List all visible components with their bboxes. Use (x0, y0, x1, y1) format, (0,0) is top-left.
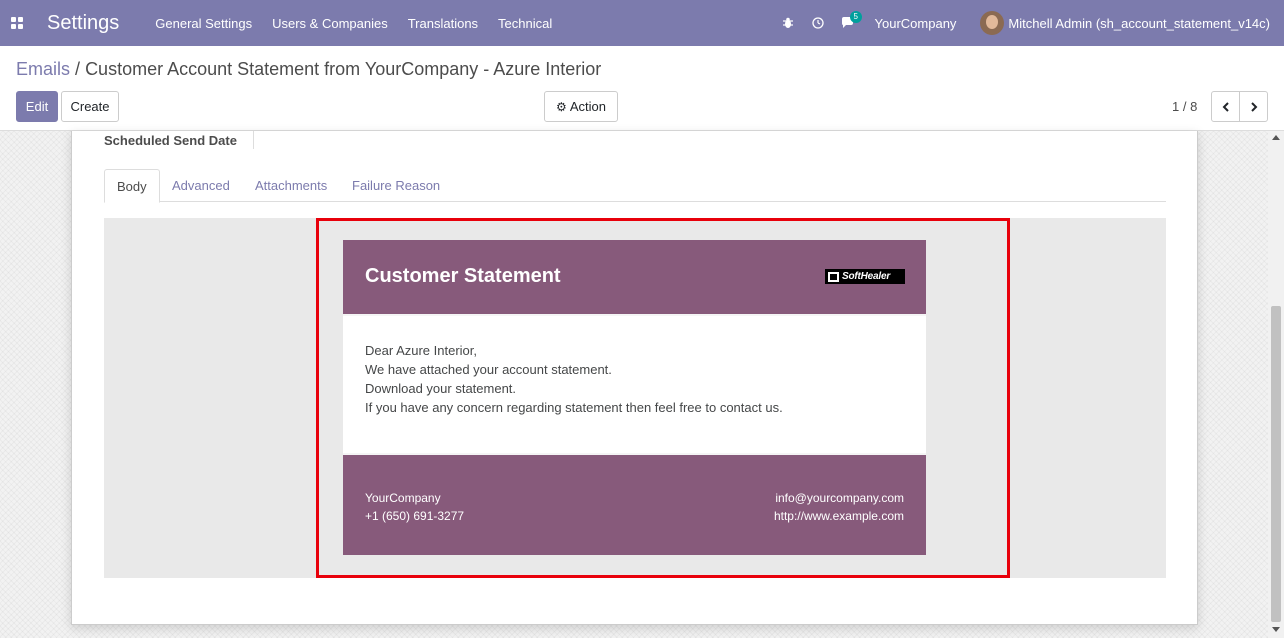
top-navbar: Settings General Settings Users & Compan… (0, 0, 1284, 46)
action-label: Action (569, 99, 606, 114)
messages-icon[interactable]: 5 (833, 0, 863, 46)
breadcrumb: Emails / Customer Account Statement from… (16, 59, 601, 80)
email-line-greeting: Dear Azure Interior, (365, 343, 477, 358)
chevron-right-icon (1250, 101, 1257, 112)
tab-failure-reason[interactable]: Failure Reason (352, 169, 440, 202)
avatar[interactable] (980, 11, 1005, 35)
scrollbar-thumb[interactable] (1271, 306, 1281, 622)
email-template: Customer Statement SoftHealer Dear Azure… (343, 240, 926, 555)
breadcrumb-separator: / (75, 59, 81, 79)
pager-next-button[interactable] (1239, 91, 1268, 122)
email-header: Customer Statement SoftHealer (343, 240, 926, 314)
user-menu[interactable]: Mitchell Admin (sh_account_statement_v14… (1008, 16, 1270, 31)
form-sheet: Scheduled Send Date Body Advanced Attach… (71, 131, 1198, 625)
email-body-preview: Customer Statement SoftHealer Dear Azure… (104, 218, 1166, 578)
app-title[interactable]: Settings (47, 12, 119, 35)
footer-phone: +1 (650) 691-3277 (365, 509, 465, 523)
edit-button[interactable]: Edit (16, 91, 58, 122)
scroll-down-arrow-icon[interactable] (1272, 627, 1280, 632)
pager-previous-button[interactable] (1211, 91, 1240, 122)
email-message: Dear Azure Interior, We have attached yo… (343, 314, 926, 455)
footer-website[interactable]: http://www.example.com (774, 507, 904, 525)
menu-general-settings[interactable]: General Settings (155, 16, 252, 31)
form-content-area: Scheduled Send Date Body Advanced Attach… (0, 131, 1284, 638)
email-footer: YourCompany +1 (650) 691-3277 info@yourc… (343, 455, 926, 555)
create-button[interactable]: Create (61, 91, 119, 122)
menu-technical[interactable]: Technical (498, 16, 552, 31)
menu-users-companies[interactable]: Users & Companies (272, 16, 388, 31)
page-title: Customer Account Statement from YourComp… (85, 59, 602, 79)
logo-text: SoftHealer (842, 271, 891, 282)
company-switcher[interactable]: YourCompany (875, 16, 957, 31)
email-line-download: Download your statement. (365, 381, 517, 396)
vertical-scrollbar[interactable] (1268, 131, 1284, 638)
notebook-tabs: Body Advanced Attachments Failure Reason (104, 169, 1166, 203)
tab-attachments[interactable]: Attachments (255, 169, 327, 202)
action-button[interactable]: ⚙ Action (544, 91, 618, 122)
gear-icon: ⚙ (556, 99, 567, 114)
messages-count-badge: 5 (849, 11, 862, 23)
email-line-attached: We have attached your account statement. (365, 362, 612, 377)
control-panel: Emails / Customer Account Statement from… (0, 46, 1284, 131)
field-separator (253, 131, 254, 149)
apps-menu-icon[interactable] (0, 0, 34, 46)
activity-clock-icon[interactable] (803, 0, 833, 46)
email-title: Customer Statement (365, 265, 561, 287)
pager-value[interactable]: 1 / 8 (1172, 99, 1197, 114)
footer-email[interactable]: info@yourcompany.com (774, 489, 904, 507)
scroll-up-arrow-icon[interactable] (1272, 135, 1280, 140)
softhealer-logo: SoftHealer (825, 269, 905, 284)
chevron-left-icon (1222, 101, 1229, 112)
logo-mark-icon (828, 271, 839, 282)
email-line-contact: If you have any concern regarding statem… (365, 400, 783, 415)
tab-body[interactable]: Body (104, 169, 160, 203)
breadcrumb-emails-link[interactable]: Emails (16, 59, 70, 79)
menu-translations[interactable]: Translations (408, 16, 478, 31)
footer-company: YourCompany (365, 491, 441, 505)
debug-bug-icon[interactable] (773, 0, 803, 46)
tab-advanced[interactable]: Advanced (172, 169, 230, 202)
scheduled-send-date-label: Scheduled Send Date (104, 133, 237, 148)
